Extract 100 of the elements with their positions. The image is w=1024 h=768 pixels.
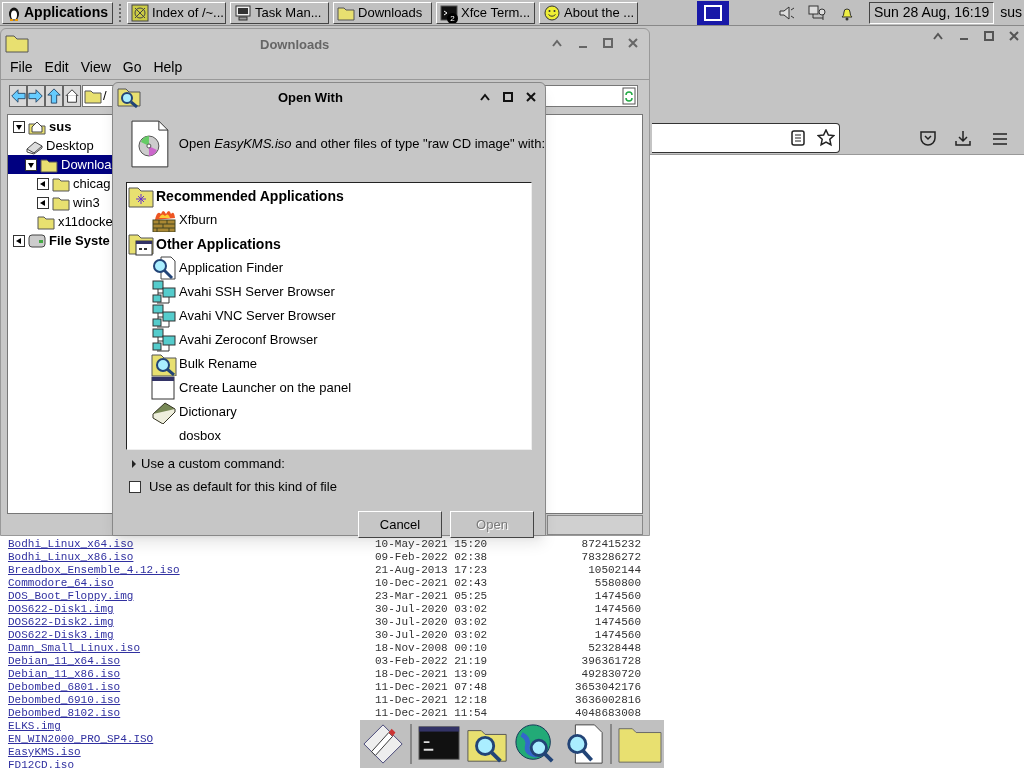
bookmark-star-icon[interactable] — [817, 129, 835, 147]
file-link[interactable]: DOS622-Disk3.img — [8, 629, 114, 641]
file-link[interactable]: Debombed_6910.iso — [8, 694, 121, 706]
date-text: 09-Feb-2022 02:38 — [375, 551, 489, 564]
application-item[interactable]: Avahi SSH Server Browser — [179, 282, 335, 302]
size-text: 1474560 — [593, 590, 641, 603]
book-icon — [151, 400, 177, 424]
menu-item[interactable]: File — [5, 57, 38, 78]
menu-item[interactable]: Help — [148, 57, 188, 78]
networked-computers-icon — [151, 304, 177, 328]
prompt-text: Open EasyKMS.iso and other files of type "raw CD image" with: — [178, 135, 545, 154]
menu-item[interactable]: Edit — [39, 57, 74, 78]
checkbox[interactable] — [129, 481, 141, 493]
menu-icon[interactable] — [992, 132, 1008, 146]
reader-view-icon[interactable] — [791, 130, 805, 146]
networked-computers-icon — [151, 328, 177, 352]
toolbar-button[interactable] — [45, 85, 63, 107]
dialog-title: Open With — [278, 89, 343, 107]
count-badge: 2 — [447, 12, 458, 23]
toolbar-button[interactable] — [27, 85, 45, 107]
taskbar-button[interactable]: About the ... — [539, 1, 638, 24]
application-item[interactable]: Bulk Rename — [179, 354, 258, 374]
file-link[interactable]: Debombed_6801.iso — [8, 681, 121, 693]
clock[interactable]: Sun 28 Aug, 16:19 — [869, 1, 995, 24]
search-folder-icon — [117, 86, 141, 108]
application-item[interactable]: dosbox — [179, 426, 221, 446]
size-text: 10502144 — [587, 564, 641, 577]
size-text: 1474560 — [593, 603, 641, 616]
network-icon[interactable] — [807, 3, 827, 22]
file-link[interactable]: Breadbox_Ensemble_4.12.iso — [8, 564, 180, 576]
size-text: 492830720 — [580, 668, 641, 681]
applications-button[interactable]: Applications — [2, 1, 113, 24]
application-item[interactable]: Dictionary — [179, 402, 237, 422]
close-icon[interactable] — [525, 91, 537, 103]
taskbar-button[interactable]: Task Man... — [230, 1, 329, 24]
monitor-icon — [234, 3, 252, 22]
date-text: 30-Jul-2020 03:02 — [375, 616, 489, 629]
file-link[interactable]: DOS_Boot_Floppy.img — [8, 590, 134, 602]
expander-label[interactable]: Use a custom command: — [141, 454, 285, 474]
file-link[interactable]: DOS622-Disk1.img — [8, 603, 114, 615]
download-icon[interactable] — [955, 130, 971, 146]
date-text: 30-Jul-2020 03:02 — [375, 603, 489, 616]
date-text: 11-Dec-2021 11:54 — [375, 707, 489, 720]
group-header: Recommended Applications — [156, 186, 344, 206]
file-link[interactable]: DOS622-Disk2.img — [8, 616, 114, 628]
taskbar-button[interactable]: 2 Xfce Term... — [436, 1, 535, 24]
file-link[interactable]: Bodhi_Linux_x86.iso — [8, 551, 134, 563]
file-link[interactable]: Commodore_64.iso — [8, 577, 114, 589]
collapsed-arrow-icon[interactable] — [131, 460, 137, 468]
forward-arrow-icon — [28, 87, 44, 105]
application-item[interactable]: Avahi Zeroconf Browser — [179, 330, 318, 350]
up-arrow-icon — [46, 87, 62, 105]
folder-icon — [5, 32, 29, 53]
menu-item[interactable]: View — [75, 57, 116, 78]
date-text: 30-Jul-2020 03:02 — [375, 629, 489, 642]
speaker-icon[interactable] — [777, 3, 795, 22]
collapse-icon[interactable] — [479, 92, 491, 102]
application-item[interactable]: Avahi VNC Server Browser — [179, 306, 336, 326]
file-link[interactable]: Bodhi_Linux_x64.iso — [8, 538, 134, 550]
file-link[interactable]: EasyKMS.iso — [8, 746, 81, 758]
web-icon — [131, 3, 149, 22]
maximize-icon[interactable] — [503, 92, 513, 102]
toolbar-button[interactable] — [9, 85, 27, 107]
back-arrow-icon — [10, 87, 26, 105]
date-text: 21-Aug-2013 17:23 — [375, 564, 489, 577]
dialog-button[interactable]: Cancel — [358, 511, 442, 538]
file-link[interactable]: ELKS.img — [8, 720, 61, 732]
size-text: 396361728 — [580, 655, 641, 668]
refresh-icon[interactable] — [622, 87, 636, 105]
pencil-drawing-icon[interactable] — [362, 722, 405, 766]
user-name[interactable]: sus — [1000, 2, 1022, 23]
date-text: 11-Dec-2021 12:18 — [375, 694, 489, 707]
size-text: 52328448 — [587, 642, 641, 655]
application-item[interactable]: Xfburn — [179, 210, 218, 230]
star-folder-icon — [128, 184, 154, 208]
checkbox-label: Use as default for this kind of file — [149, 478, 337, 497]
size-text: 872415232 — [580, 538, 641, 551]
pocket-icon[interactable] — [920, 130, 936, 146]
url-field[interactable] — [652, 123, 840, 153]
file-link[interactable]: Debian_11_x64.iso — [8, 655, 121, 667]
toolbar-button[interactable] — [63, 85, 81, 107]
file-link[interactable]: Debombed_8102.iso — [8, 707, 121, 719]
smiley-icon — [543, 3, 561, 22]
file-link[interactable]: FD12CD.iso — [8, 759, 74, 768]
file-link[interactable]: Debian_11_x86.iso — [8, 668, 121, 680]
file-link[interactable]: Damn_Small_Linux.iso — [8, 642, 141, 654]
taskbar-button[interactable]: Downloads — [333, 1, 432, 24]
file-link[interactable]: EN_WIN2000_PRO_SP4.ISO — [8, 733, 154, 745]
menu-item[interactable]: Go — [117, 57, 147, 78]
taskbar-button[interactable]: Index of /~... — [127, 1, 226, 24]
application-item[interactable]: Application Finder — [179, 258, 284, 278]
cd-file-icon — [131, 120, 169, 168]
workspace-switcher[interactable] — [697, 0, 729, 25]
document-search-icon — [151, 256, 177, 280]
window-icon — [151, 376, 177, 400]
folder-icon — [84, 87, 102, 105]
application-item[interactable]: Create Launcher on the panel — [179, 378, 351, 398]
date-text: 11-Dec-2021 07:48 — [375, 681, 489, 694]
date-text: 03-Feb-2022 21:19 — [375, 655, 489, 668]
search-folder-icon — [151, 352, 177, 376]
